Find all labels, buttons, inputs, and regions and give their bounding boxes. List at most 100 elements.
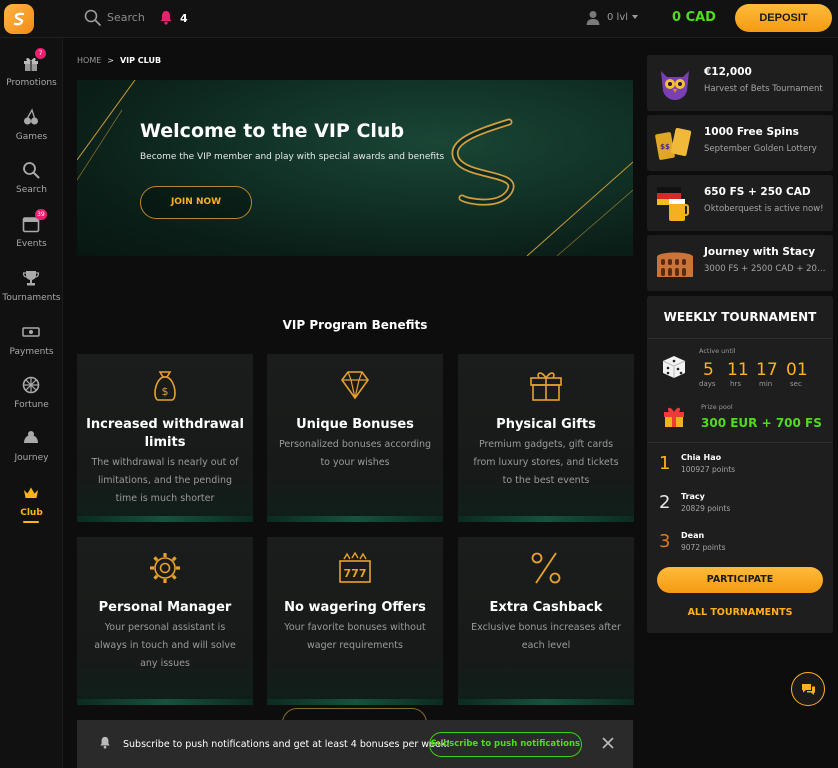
sidebar-item-label: Club (20, 508, 43, 518)
benefit-description: Your favorite bonuses without wager requ… (284, 622, 426, 651)
promo-card[interactable]: 650 FS + 250 CAD Oktoberquest is active … (647, 175, 833, 231)
all-tournaments-link[interactable]: ALL TOURNAMENTS (647, 607, 833, 618)
notification-bell-icon[interactable] (159, 10, 173, 25)
benefit-description: Exclusive bonus increases after each lev… (471, 622, 621, 651)
benefit-card: Physical Gifts Premium gadgets, gift car… (458, 354, 634, 522)
push-text: Subscribe to push notifications and get … (123, 739, 451, 750)
promo-card[interactable]: $$ 1000 Free Spins September Golden Lott… (647, 115, 833, 171)
sidebar-item-fortune[interactable]: Fortune (0, 376, 63, 424)
leader-rank: 3 (659, 531, 671, 552)
hero-subtitle: Become the VIP member and play with spec… (140, 152, 445, 162)
participate-button[interactable]: PARTICIPATE (657, 567, 823, 593)
active-until-label: Active until (699, 347, 736, 355)
promotions-badge: 7 (35, 48, 46, 59)
countdown-minutes: 17 (756, 360, 778, 380)
svg-text:$: $ (162, 385, 169, 398)
leader-rank: 1 (659, 453, 671, 474)
promo-subtitle: 3000 FS + 2500 CAD + 200 FS (704, 264, 828, 274)
logo-mark-icon (13, 12, 25, 26)
gear-icon (150, 553, 180, 583)
breadcrumb: HOME > VIP CLUB (77, 56, 161, 65)
benefit-title: Unique Bonuses (296, 417, 414, 432)
trophy-icon (22, 271, 40, 286)
sidebar-item-label: Events (16, 239, 47, 249)
wheel-icon (22, 376, 40, 394)
prize-pool: 300 EUR + 700 FS (701, 416, 822, 430)
sidebar-item-label: Search (16, 185, 47, 195)
join-now-button[interactable]: JOIN NOW (140, 186, 252, 219)
benefit-card: Personal Manager Your personal assistant… (77, 537, 253, 705)
crown-icon (24, 487, 38, 498)
benefits-title: VIP Program Benefits (282, 318, 428, 332)
user-level[interactable]: 0 lvl (607, 12, 628, 23)
benefit-card: $ Increased withdrawal limits The withdr… (77, 354, 253, 522)
promo-card[interactable]: Journey with Stacy 3000 FS + 2500 CAD + … (647, 235, 833, 291)
prize-gift-icon (664, 407, 684, 427)
sidebar-item-journey[interactable]: Journey (0, 429, 63, 477)
top-bar: Search 4 0 lvl 0 CAD DEPOSIT (0, 0, 838, 38)
benefit-description: The withdrawal is nearly out of limitati… (91, 457, 239, 504)
leader-rank: 2 (659, 492, 671, 513)
promo-title: €12,000 (704, 66, 752, 78)
hero-title: Welcome to the VIP Club (140, 120, 405, 142)
chat-button[interactable] (791, 672, 825, 706)
chat-bubble-icon (802, 684, 815, 695)
countdown-minutes-unit: min (759, 380, 773, 388)
map-icon (24, 431, 38, 443)
benefit-title: Increased withdrawal limits (86, 417, 244, 450)
chevron-down-icon[interactable] (632, 15, 638, 19)
sidebar-item-label: Fortune (14, 400, 49, 410)
sidebar-item-label: Promotions (6, 78, 57, 88)
countdown-hours-unit: hrs (730, 380, 741, 388)
events-badge: 39 (35, 209, 47, 220)
vip-hero-banner: Welcome to the VIP Club Become the VIP m… (77, 80, 633, 256)
benefit-title: No wagering Offers (284, 600, 426, 615)
hero-decoration (77, 80, 633, 256)
push-notification-banner: Subscribe to push notifications and get … (77, 720, 633, 768)
sidebar-item-label: Tournaments (2, 293, 61, 303)
subscribe-push-button[interactable]: Subscribe to push notifications (429, 732, 582, 757)
money-bag-icon: $ (154, 371, 176, 401)
sidebar-item-label: Journey (14, 453, 49, 463)
promo-card[interactable]: €12,000 Harvest of Bets Tournament (647, 55, 833, 111)
breadcrumb-home[interactable]: HOME (77, 56, 101, 65)
benefit-description: Personalized bonuses according to your w… (278, 439, 432, 468)
sidebar-item-payments[interactable]: Payments (0, 323, 63, 371)
countdown-seconds-unit: sec (790, 380, 802, 388)
diamond-icon (341, 371, 369, 400)
sidebar-item-events[interactable]: 39 Events (0, 209, 63, 263)
owl-icon (661, 71, 689, 100)
search-icon[interactable] (84, 9, 102, 27)
sidebar-item-tournaments[interactable]: Tournaments (0, 269, 63, 317)
benefit-title: Personal Manager (98, 600, 232, 615)
cash-icon (22, 327, 40, 337)
dice-icon (662, 356, 686, 378)
promo-subtitle: Harvest of Bets Tournament (704, 84, 823, 94)
sidebar-item-games[interactable]: Games (0, 108, 63, 156)
sidebar-item-label: Payments (9, 347, 54, 357)
promo-title: 650 FS + 250 CAD (704, 186, 811, 198)
percent-icon (531, 552, 561, 584)
prize-pool-label: Prize pool (701, 403, 733, 411)
countdown-days: 5 (703, 360, 714, 380)
logo[interactable] (4, 4, 34, 34)
sidebar-item-promotions[interactable]: 7 Promotions (0, 48, 63, 102)
breadcrumb-separator: > (107, 56, 114, 65)
breadcrumb-current: VIP CLUB (119, 56, 162, 65)
divider (647, 338, 833, 339)
gift-box-icon (530, 372, 562, 401)
leader-name: Dean (681, 531, 705, 540)
sidebar-item-search[interactable]: Search (0, 161, 63, 209)
leader-points: 9072 points (681, 543, 726, 552)
tickets-icon: $$ (655, 127, 692, 160)
notification-count: 4 (180, 12, 188, 25)
promo-title: Journey with Stacy (704, 246, 816, 258)
bell-icon (100, 736, 110, 749)
promo-title: 1000 Free Spins (704, 126, 799, 138)
user-icon[interactable] (586, 10, 600, 25)
sidebar-item-club[interactable]: Club (0, 484, 63, 532)
search-label[interactable]: Search (107, 11, 145, 24)
deposit-button[interactable]: DEPOSIT (735, 4, 832, 32)
cherries-icon (24, 108, 38, 125)
close-icon[interactable] (601, 736, 615, 750)
